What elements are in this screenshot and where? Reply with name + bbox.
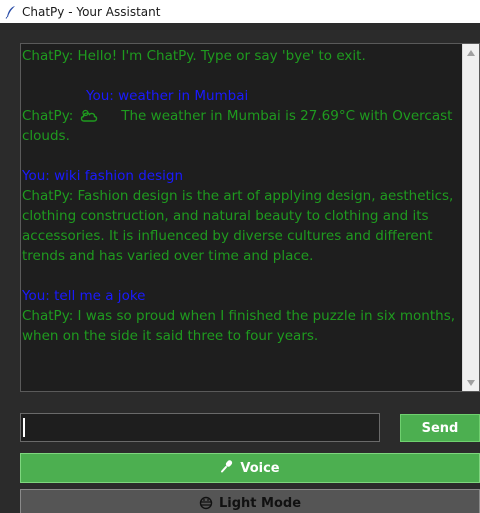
bot-prefix: ChatPy: <box>22 108 74 124</box>
bot-greeting: ChatPy: Hello! I'm ChatPy. Type or say '… <box>22 48 366 64</box>
bot-message-weather-cont: clouds. <box>22 128 70 144</box>
bot-message-wiki: ChatPy: Fashion design is the art of app… <box>22 188 458 264</box>
feather-icon <box>0 0 22 23</box>
user-message-joke: You: tell me a joke <box>22 288 146 304</box>
voice-button-label: Voice <box>240 460 280 476</box>
title-bar: ChatPy - Your Assistant <box>0 0 480 23</box>
chat-scrollbar[interactable] <box>462 44 479 391</box>
window-title: ChatPy - Your Assistant <box>22 4 161 19</box>
scroll-up-arrow-icon[interactable] <box>463 44 479 61</box>
weather-exchange: You: weather in Mumbai ChatPy: The weath… <box>22 86 463 146</box>
chat-text: ChatPy: Hello! I'm ChatPy. Type or say '… <box>21 46 463 346</box>
user-message-wiki: You: wiki fashion design <box>22 168 184 184</box>
scroll-down-arrow-icon[interactable] <box>463 374 479 391</box>
chat-log[interactable]: ChatPy: Hello! I'm ChatPy. Type or say '… <box>20 43 480 392</box>
mode-button-label: Light Mode <box>218 496 302 511</box>
user-message-weather: You: weather in Mumbai <box>86 88 249 104</box>
bot-message-weather: The weather in Mumbai is 27.69°C with Ov… <box>121 108 453 124</box>
text-caret <box>23 418 25 437</box>
send-button-label: Send <box>421 420 459 436</box>
message-input[interactable] <box>20 413 380 442</box>
bot-message-joke: ChatPy: I was so proud when I finished t… <box>22 308 460 344</box>
theme-icon <box>199 496 213 513</box>
cloud-icon <box>79 108 99 124</box>
voice-button[interactable]: Voice <box>20 453 480 483</box>
microphone-icon <box>220 459 234 477</box>
light-mode-button[interactable]: Light Mode <box>20 489 480 513</box>
send-button[interactable]: Send <box>400 414 480 442</box>
